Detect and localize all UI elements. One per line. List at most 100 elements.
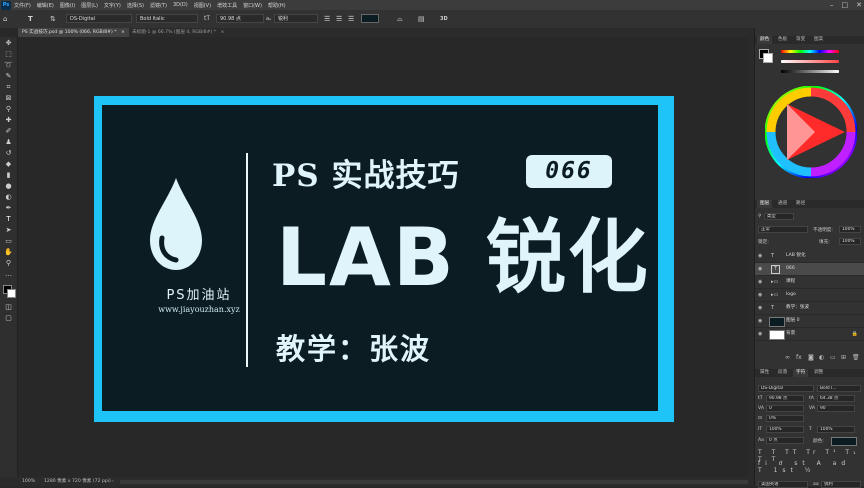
- font-style-select[interactable]: Bold Italic: [136, 14, 198, 23]
- healing-brush-icon[interactable]: ✚: [3, 116, 14, 125]
- layer-row[interactable]: ◉ ▸▭ 课程: [755, 276, 864, 289]
- menu-help[interactable]: 帮助(H): [268, 2, 286, 9]
- tab-close-icon[interactable]: ×: [121, 30, 125, 35]
- saturation-slider[interactable]: [781, 60, 839, 63]
- 3d-button[interactable]: 3D: [440, 14, 448, 24]
- brush-tool-icon[interactable]: ✐: [3, 127, 14, 136]
- eye-icon[interactable]: ◉: [758, 276, 762, 288]
- opentype-buttons[interactable]: fi ơ st A ad T 1st ½: [758, 460, 862, 474]
- eye-icon[interactable]: ◉: [758, 289, 762, 301]
- char-kerning[interactable]: 0: [766, 405, 804, 412]
- char-baseline[interactable]: 0 点: [766, 437, 804, 444]
- bg-color-chip[interactable]: [763, 53, 773, 63]
- more-tools-icon[interactable]: …: [3, 270, 14, 279]
- char-tsume[interactable]: 0%: [766, 415, 804, 422]
- link-layers-icon[interactable]: ∞: [785, 354, 790, 361]
- char-font-style[interactable]: Bold I...: [817, 385, 861, 392]
- stamp-tool-icon[interactable]: ♟: [3, 138, 14, 147]
- background-color-swatch[interactable]: [7, 289, 16, 298]
- char-color-swatch[interactable]: [831, 437, 857, 446]
- new-group-icon[interactable]: ▭: [830, 354, 836, 361]
- brightness-slider[interactable]: [781, 70, 839, 73]
- layer-row[interactable]: ◉ 图层 0: [755, 315, 864, 328]
- tab-ps-practice[interactable]: PS 实战技巧.psd @ 100% (066, RGB/8#) * ×: [18, 28, 129, 37]
- tab-color[interactable]: 颜色: [757, 36, 773, 44]
- pen-tool-icon[interactable]: ✒: [3, 204, 14, 213]
- tab-paths[interactable]: 路径: [793, 200, 808, 208]
- blend-mode-select[interactable]: 正常: [758, 226, 808, 233]
- layer-row[interactable]: ◉ T 教学：张波: [755, 302, 864, 315]
- layer-row[interactable]: ◉ ▸▭ logo: [755, 289, 864, 302]
- screen-mode-icon[interactable]: ▢: [3, 314, 14, 323]
- menu-window[interactable]: 窗口(W): [243, 2, 262, 9]
- color-wheel[interactable]: [765, 86, 857, 178]
- eye-icon[interactable]: ◉: [758, 328, 762, 340]
- align-left-icon[interactable]: ☰: [324, 14, 330, 24]
- add-mask-icon[interactable]: ◙: [808, 354, 814, 361]
- menu-filter[interactable]: 滤镜(T): [150, 2, 167, 9]
- eye-icon[interactable]: ◉: [758, 315, 762, 327]
- maximize-icon[interactable]: □: [842, 1, 849, 9]
- tab-close-icon[interactable]: ×: [220, 30, 224, 35]
- close-icon[interactable]: ✕: [856, 1, 862, 9]
- menu-3d[interactable]: 3D(D): [173, 2, 188, 8]
- dodge-tool-icon[interactable]: ◐: [3, 193, 14, 202]
- tab-adjustments[interactable]: 调整: [811, 369, 826, 377]
- zoom-level[interactable]: 100%: [22, 477, 35, 486]
- char-vscale[interactable]: 100%: [766, 426, 804, 433]
- zoom-tool-icon[interactable]: ⚲: [3, 259, 14, 268]
- lasso-tool-icon[interactable]: ➰: [3, 61, 14, 70]
- horizontal-scrollbar[interactable]: [120, 480, 748, 484]
- tab-paragraph[interactable]: 段落: [775, 369, 790, 377]
- path-select-icon[interactable]: ➤: [3, 226, 14, 235]
- marquee-tool-icon[interactable]: ⬚: [3, 50, 14, 59]
- type-tool-icon[interactable]: T: [3, 215, 14, 224]
- delete-layer-icon[interactable]: 🗑: [852, 354, 860, 361]
- adjustment-layer-icon[interactable]: ◐: [819, 354, 824, 361]
- font-size-field[interactable]: 90.98 点: [216, 14, 264, 23]
- layer-style-icon[interactable]: fx: [796, 354, 802, 361]
- status-arrow-icon[interactable]: ›: [112, 477, 114, 486]
- menu-plugins[interactable]: 增效工具: [217, 2, 237, 9]
- blur-tool-icon[interactable]: ●: [3, 182, 14, 191]
- tab-layers[interactable]: 图层: [757, 200, 773, 208]
- menu-edit[interactable]: 编辑(E): [37, 2, 54, 9]
- quick-select-tool-icon[interactable]: ✎: [3, 72, 14, 81]
- align-center-icon[interactable]: ☰: [336, 14, 342, 24]
- crop-tool-icon[interactable]: ⌗: [3, 83, 14, 92]
- shape-tool-icon[interactable]: ▭: [3, 237, 14, 246]
- quick-mask-icon[interactable]: ◫: [3, 303, 14, 312]
- menu-type[interactable]: 文字(Y): [104, 2, 121, 9]
- char-antialias[interactable]: 锐利: [821, 481, 861, 488]
- menu-select[interactable]: 选择(S): [127, 2, 144, 9]
- menu-layer[interactable]: 图层(L): [81, 2, 98, 9]
- tab-properties[interactable]: 属性: [757, 369, 772, 377]
- layer-row[interactable]: ◉ T LAB 锐化: [755, 250, 864, 263]
- tab-gradients[interactable]: 渐变: [793, 36, 808, 44]
- layer-kind-filter[interactable]: 类型: [764, 213, 794, 220]
- menu-image[interactable]: 图像(I): [60, 2, 75, 9]
- tab-swatches[interactable]: 色板: [775, 36, 790, 44]
- eraser-tool-icon[interactable]: ◆: [3, 160, 14, 169]
- font-family-select[interactable]: DS-Digital: [66, 14, 132, 23]
- fill-field[interactable]: 100%: [839, 238, 861, 245]
- layer-row-selected[interactable]: ◉ T 066: [755, 263, 864, 276]
- tab-channels[interactable]: 通道: [775, 200, 790, 208]
- type-tool-icon[interactable]: T: [28, 14, 33, 24]
- hand-tool-icon[interactable]: ✋: [3, 248, 14, 257]
- align-right-icon[interactable]: ☰: [348, 14, 354, 24]
- char-tracking[interactable]: 90: [817, 405, 855, 412]
- warp-text-icon[interactable]: ⌓: [397, 14, 403, 24]
- home-icon[interactable]: ⌂: [3, 14, 7, 24]
- char-hscale[interactable]: 100%: [817, 426, 855, 433]
- photoshop-app-icon[interactable]: Ps: [1, 0, 11, 10]
- menu-file[interactable]: 文件(F): [14, 2, 31, 9]
- char-language[interactable]: 美国英语: [758, 481, 808, 488]
- antialias-select[interactable]: 锐利: [274, 14, 318, 23]
- char-size[interactable]: 90.98 点: [766, 395, 804, 402]
- char-style-buttons[interactable]: T T TT Tr T¹ T₁ T T: [758, 449, 862, 463]
- hue-slider[interactable]: [781, 50, 839, 53]
- eyedropper-tool-icon[interactable]: ⚲: [3, 105, 14, 114]
- opacity-field[interactable]: 100%: [839, 226, 861, 233]
- eye-icon[interactable]: ◉: [758, 263, 762, 275]
